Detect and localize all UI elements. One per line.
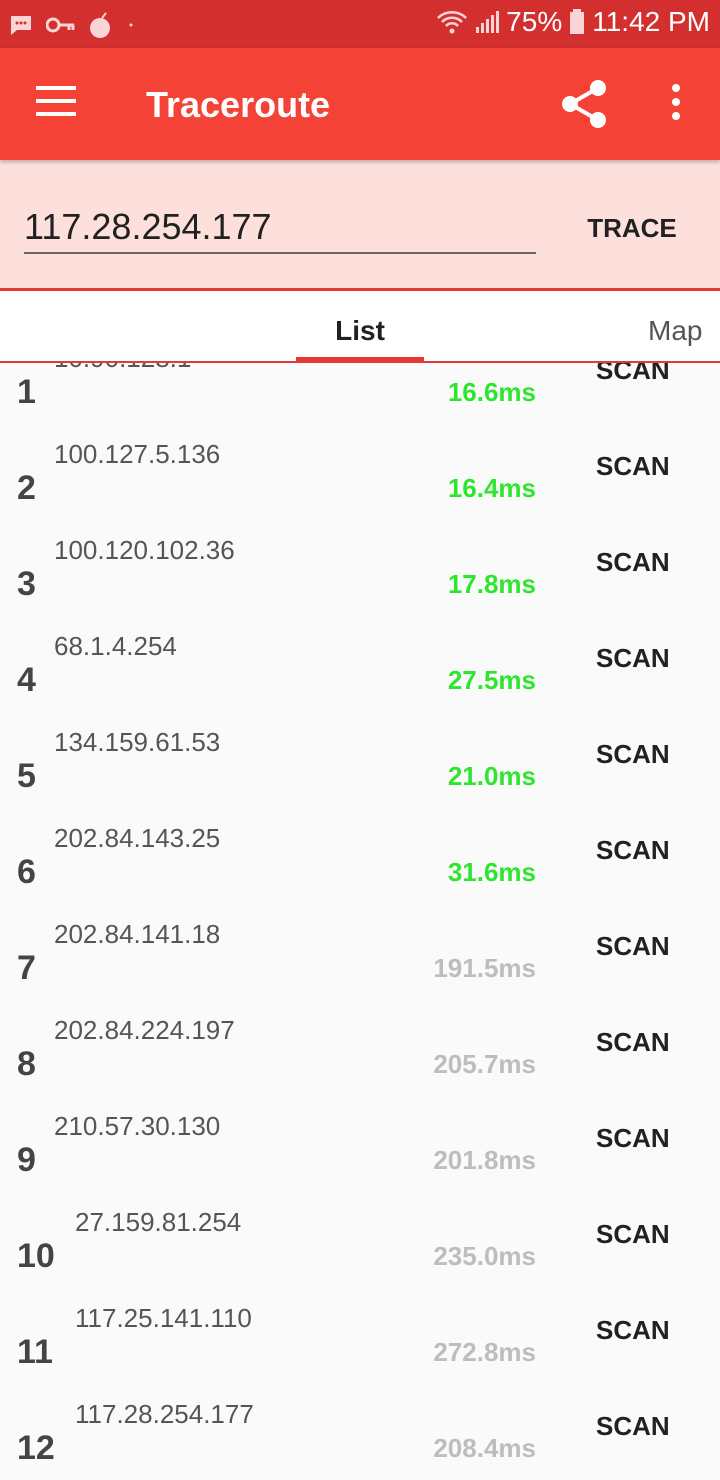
more-vert-icon[interactable] (664, 84, 688, 128)
hop-row: 5 134.159.61.53 21.0ms SCAN (0, 727, 720, 823)
hop-number: 6 (17, 853, 36, 891)
hop-number: 8 (17, 1045, 36, 1083)
scan-button[interactable]: SCAN (596, 739, 670, 770)
status-bar: 75% 11:42 PM (0, 0, 720, 48)
app-bar: Traceroute (0, 48, 720, 160)
hop-latency: 208.4ms (433, 1433, 536, 1463)
clock: 11:42 PM (592, 6, 710, 37)
hop-number: 4 (17, 661, 36, 699)
hop-row: 12 117.28.254.177 208.4ms SCAN (0, 1399, 720, 1480)
hop-ip: 202.84.141.18 (54, 919, 221, 949)
menu-icon[interactable] (36, 86, 76, 122)
hop-row: 7 202.84.141.18 191.5ms SCAN (0, 919, 720, 1015)
hop-latency: 272.8ms (433, 1337, 536, 1367)
wifi-icon (437, 11, 468, 34)
hop-latency: 21.0ms (447, 761, 536, 791)
battery-percent: 75% (506, 6, 563, 37)
hop-ip: 100.120.102.36 (54, 535, 235, 565)
hop-ip: 202.84.224.197 (54, 1015, 235, 1045)
hop-ip: 68.1.4.254 (54, 631, 177, 661)
hop-row: 4 68.1.4.254 27.5ms SCAN (0, 631, 720, 727)
trace-button[interactable]: TRACE (572, 208, 692, 248)
hop-number: 7 (17, 949, 36, 987)
hop-row: 8 202.84.224.197 205.7ms SCAN (0, 1015, 720, 1111)
hop-number: 1 (17, 373, 36, 411)
hop-list: 1 10.90.128.1 16.6ms SCAN 2 100.127.5.136 16.4… (0, 363, 720, 1480)
hop-row: 11 117.25.141.110 272.8ms SCAN (0, 1303, 720, 1399)
hop-latency: 16.4ms (447, 473, 536, 503)
hop-latency: 31.6ms (447, 857, 536, 887)
tab-bar: List Map (0, 291, 720, 363)
hop-ip: 100.127.5.136 (54, 439, 221, 469)
page-title: Traceroute (146, 84, 331, 125)
hop-ip: 10.90.128.1 (54, 363, 191, 374)
key-icon (46, 17, 75, 33)
hop-number: 9 (17, 1141, 36, 1179)
scan-button[interactable]: SCAN (596, 1315, 670, 1346)
hop-ip: 202.84.143.25 (54, 823, 221, 853)
scan-button[interactable]: SCAN (596, 547, 670, 578)
tab-list[interactable]: List (296, 291, 424, 361)
host-input-bar: TRACE (0, 160, 720, 291)
hop-latency: 16.6ms (447, 377, 536, 407)
battery-icon (570, 9, 585, 34)
hop-ip: 27.159.81.254 (75, 1207, 242, 1237)
hop-row: 3 100.120.102.36 17.8ms SCAN (0, 535, 720, 631)
scan-button[interactable]: SCAN (596, 1411, 670, 1442)
notification-icons (8, 10, 136, 40)
tab-map[interactable]: Map (648, 291, 702, 361)
hop-latency: 27.5ms (447, 665, 536, 695)
hop-row: 6 202.84.143.25 31.6ms SCAN (0, 823, 720, 919)
hop-ip: 134.159.61.53 (54, 727, 221, 757)
scan-button[interactable]: SCAN (596, 931, 670, 962)
hop-latency: 205.7ms (433, 1049, 536, 1079)
hop-number: 3 (17, 565, 36, 603)
hop-latency: 17.8ms (447, 569, 536, 599)
hop-latency: 201.8ms (433, 1145, 536, 1175)
dot-icon (129, 23, 133, 27)
scan-button[interactable]: SCAN (596, 1219, 670, 1250)
hop-ip: 117.25.141.110 (75, 1303, 252, 1333)
hop-row: 10 27.159.81.254 235.0ms SCAN (0, 1207, 720, 1303)
hop-number: 2 (17, 469, 36, 507)
signal-icon (476, 11, 500, 33)
hop-latency: 191.5ms (433, 953, 536, 983)
hop-ip: 210.57.30.130 (54, 1111, 221, 1141)
hop-number: 12 (17, 1429, 55, 1467)
system-icons: 75% 11:42 PM (436, 6, 710, 38)
scan-button[interactable]: SCAN (596, 363, 670, 386)
scan-button[interactable]: SCAN (596, 643, 670, 674)
hop-ip: 117.28.254.177 (75, 1399, 254, 1429)
scan-button[interactable]: SCAN (596, 1027, 670, 1058)
hop-number: 5 (17, 757, 36, 795)
hop-row: 2 100.127.5.136 16.4ms SCAN (0, 439, 720, 535)
hop-row: 9 210.57.30.130 201.8ms SCAN (0, 1111, 720, 1207)
message-icon (11, 16, 31, 35)
hop-row: 1 10.90.128.1 16.6ms SCAN (0, 363, 720, 439)
scan-button[interactable]: SCAN (596, 451, 670, 482)
hop-number: 11 (17, 1333, 53, 1371)
hop-number: 10 (17, 1237, 55, 1275)
share-icon[interactable] (556, 76, 612, 132)
scan-button[interactable]: SCAN (596, 1123, 670, 1154)
hop-latency: 235.0ms (433, 1241, 536, 1271)
scan-button[interactable]: SCAN (596, 835, 670, 866)
host-input[interactable] (24, 202, 536, 254)
bomb-icon (90, 12, 110, 38)
